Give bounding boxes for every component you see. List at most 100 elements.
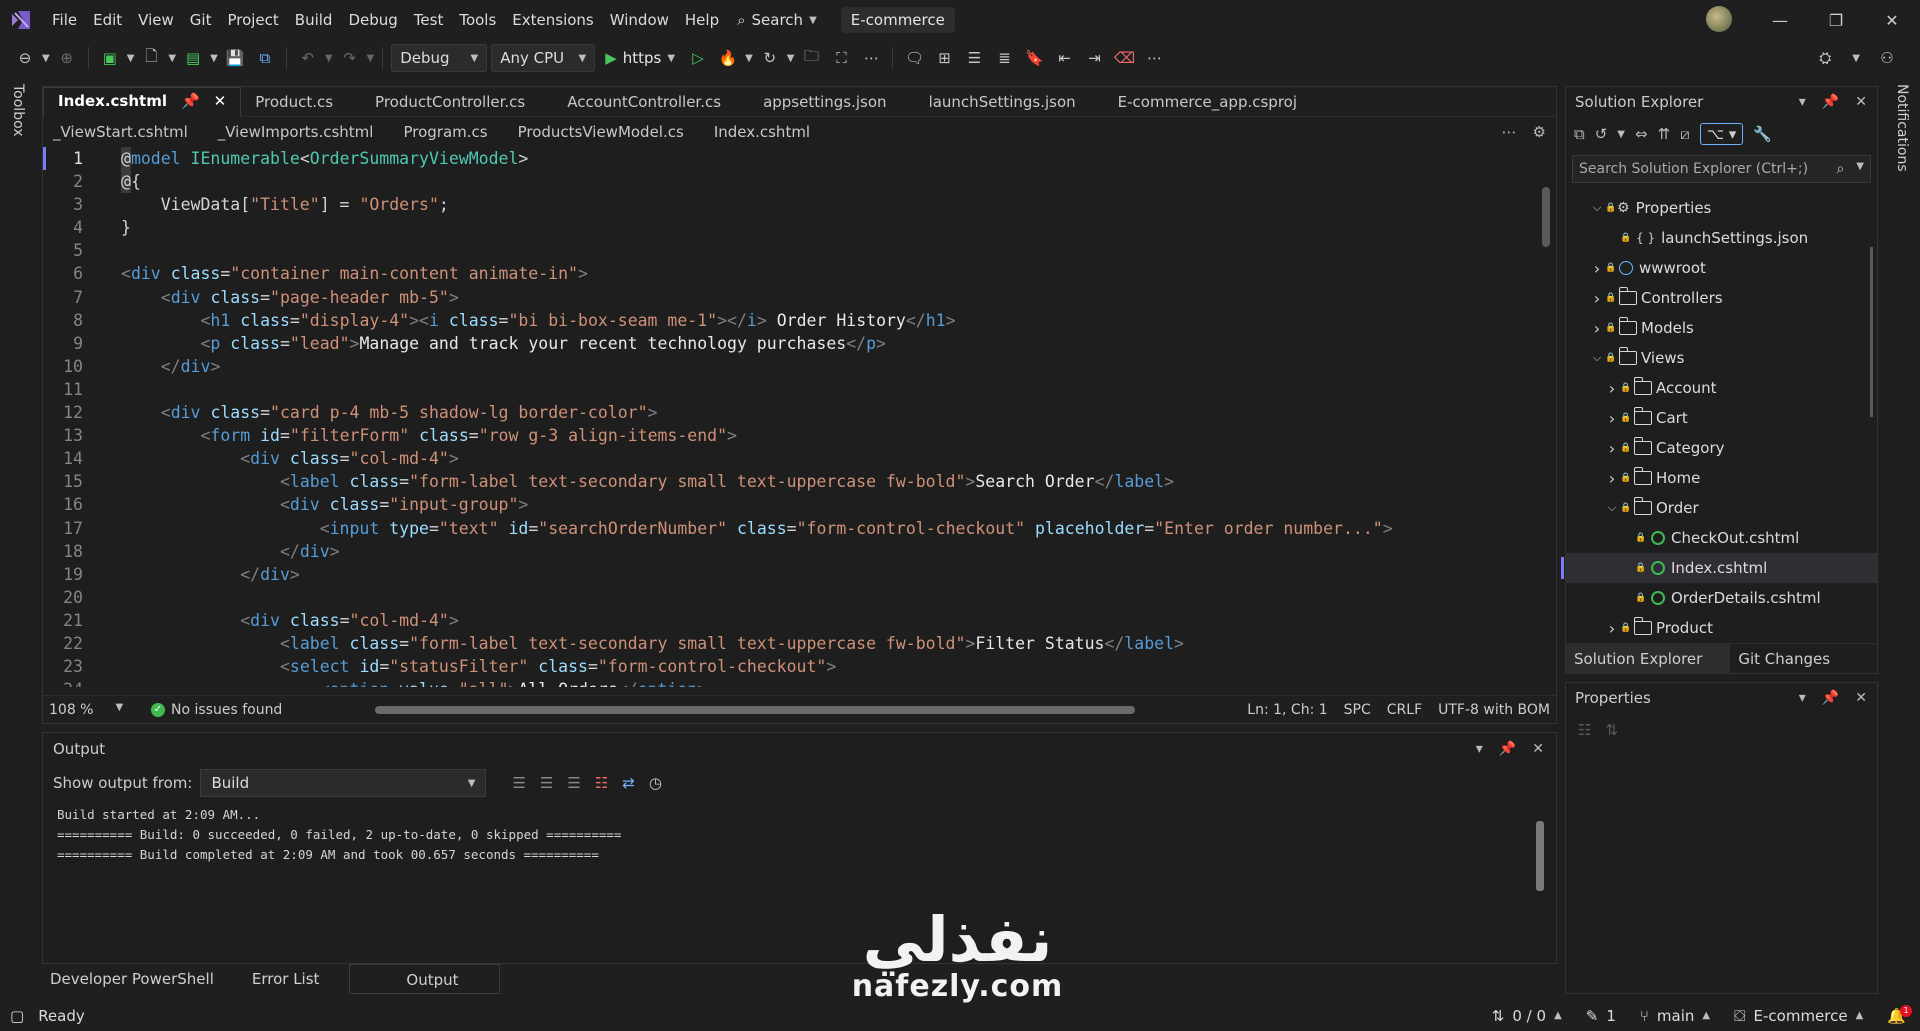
cursor-position[interactable]: Ln: 1, Ch: 1 <box>1247 702 1327 718</box>
show-all-files-icon[interactable]: ⧄ <box>1680 125 1690 143</box>
pin-icon[interactable]: 📌 <box>1822 94 1839 110</box>
menu-item-tools[interactable]: Tools <box>451 0 504 40</box>
editor-tab[interactable]: launchSettings.json <box>915 87 1104 117</box>
notifications-tab[interactable]: Notifications <box>1894 84 1910 172</box>
tree-node[interactable]: › 🔒 wwwroot <box>1566 253 1877 283</box>
close-icon[interactable]: ✕ <box>1855 690 1867 706</box>
editor-tab[interactable]: ProductController.cs <box>361 87 553 117</box>
bottom-tab[interactable]: Output <box>349 964 500 994</box>
switch-views-icon[interactable]: ⧉ <box>1574 125 1585 143</box>
chevron-down-icon[interactable]: ▾ <box>1799 94 1806 110</box>
editor-tab[interactable]: ProductsViewModel.cs <box>514 123 710 141</box>
code-text-area[interactable]: 1 @ model IEnumerable < OrderSummaryViewMode… <box>43 147 1543 687</box>
tree-node[interactable]: › 🔒 Home <box>1566 463 1877 493</box>
menu-item-project[interactable]: Project <box>219 0 286 40</box>
history-icon[interactable]: ↺ <box>1595 125 1608 143</box>
editor-tab[interactable]: AccountController.cs <box>553 87 749 117</box>
hot-reload-icon[interactable]: 🔥 <box>715 45 741 71</box>
menu-item-view[interactable]: View <box>130 0 182 40</box>
categorized-icon[interactable]: ☷ <box>1578 721 1591 739</box>
editor-tab[interactable]: appsettings.json <box>749 87 915 117</box>
close-tab-icon[interactable]: ✕ <box>214 86 227 116</box>
chevron-down-icon[interactable]: ⌵ <box>1589 351 1605 365</box>
notifications-button[interactable]: 🔔 1 <box>1887 1004 1912 1025</box>
undo-icon[interactable]: ↶ <box>295 45 321 71</box>
previous-bookmark-icon[interactable]: ⇤ <box>1051 45 1077 71</box>
navigate-back-icon[interactable]: ⊖ <box>12 45 38 71</box>
chevron-right-icon[interactable]: › <box>1604 379 1620 398</box>
solution-search-input[interactable]: Search Solution Explorer (Ctrl+;) ⌕ ▼ <box>1572 155 1871 183</box>
pending-changes-filter-icon[interactable]: ⌥ ▾ <box>1699 123 1744 145</box>
repository-selector[interactable]: ⛋ E-commerce ▲ <box>1734 1007 1863 1025</box>
redo-icon[interactable]: ↷ <box>337 45 363 71</box>
editor-tab[interactable]: E-commerce_app.csproj <box>1104 87 1325 117</box>
tree-node[interactable]: ⌵ 🔒 ⚙ Properties <box>1566 193 1877 223</box>
editor-horizontal-scrollbar[interactable] <box>375 706 1135 714</box>
solution-panel-tab[interactable]: Git Changes <box>1730 644 1858 674</box>
menu-item-help[interactable]: Help <box>677 0 727 40</box>
configuration-dropdown[interactable]: Debug ▼ <box>391 44 488 72</box>
navigate-forward-icon[interactable]: ⊕ <box>54 45 80 71</box>
tree-node[interactable]: ⌵ 🔒 Views <box>1566 343 1877 373</box>
collapse-all-icon[interactable]: ⇈ <box>1658 125 1671 143</box>
chevron-down-icon[interactable]: ▼ <box>1852 53 1860 64</box>
toolbox-tab[interactable]: Toolbox <box>10 84 26 137</box>
chevron-down-icon[interactable]: ▾ <box>1799 690 1806 706</box>
bookmark-icon[interactable]: 🔖 <box>1021 45 1047 71</box>
output-text[interactable]: Build started at 2:09 AM... ========== Bu… <box>43 801 1556 869</box>
visual-studio-logo-icon[interactable] <box>8 7 34 33</box>
start-without-debugging-icon[interactable]: ▷ <box>685 45 711 71</box>
chevron-right-icon[interactable]: › <box>1589 289 1605 308</box>
chevron-down-icon[interactable]: ▼ <box>745 53 753 64</box>
git-sync-status[interactable]: ⇅ 0 / 0 ▲ <box>1492 1007 1562 1025</box>
output-source-select[interactable]: Build ▼ <box>200 769 487 797</box>
chevron-down-icon[interactable]: ▼ <box>325 53 333 64</box>
solution-name-badge[interactable]: E-commerce <box>840 7 955 33</box>
previous-message-icon[interactable]: ☰ <box>512 774 525 792</box>
timestamp-icon[interactable]: ◷ <box>649 774 662 792</box>
close-icon[interactable]: ✕ <box>1855 94 1867 110</box>
tree-node[interactable]: › 🔒 Cart <box>1566 403 1877 433</box>
chevron-down-icon[interactable]: ▼ <box>787 53 795 64</box>
indent-icon[interactable]: ≣ <box>991 45 1017 71</box>
copilot-icon[interactable]: ⚇ <box>1874 45 1900 71</box>
menu-item-test[interactable]: Test <box>406 0 452 40</box>
menu-item-window[interactable]: Window <box>602 0 677 40</box>
restore-button[interactable]: ❐ <box>1808 0 1864 40</box>
close-window-button[interactable]: ✕ <box>1864 0 1920 40</box>
outdent-icon[interactable]: ☰ <box>961 45 987 71</box>
tree-node[interactable]: 🔒 OrderDetails.cshtml <box>1566 583 1877 613</box>
browse-folder-icon[interactable]: 🗀 <box>798 45 824 71</box>
bottom-tab[interactable]: Error List <box>244 964 350 994</box>
zoom-dropdown[interactable]: 108 % ▼ <box>43 702 133 718</box>
properties-wrench-icon[interactable]: 🔧 <box>1753 125 1772 143</box>
chevron-down-icon[interactable]: ▼ <box>168 53 176 64</box>
platform-dropdown[interactable]: Any CPU ▼ <box>491 44 596 72</box>
menu-item-build[interactable]: Build <box>287 0 341 40</box>
editor-vertical-scrollbar[interactable] <box>1542 187 1550 247</box>
pin-icon[interactable]: 📌 <box>1499 741 1516 757</box>
word-wrap-icon[interactable]: ⇄ <box>622 774 635 792</box>
menu-item-git[interactable]: Git <box>182 0 220 40</box>
tree-node[interactable]: › 🔒 Category <box>1566 433 1877 463</box>
open-folder-icon[interactable]: ▤ <box>180 45 206 71</box>
tree-node[interactable]: › 🔒 Product <box>1566 613 1877 643</box>
chevron-down-icon[interactable]: ▾ <box>1476 741 1483 757</box>
editor-tab[interactable]: Product.cs <box>241 87 361 117</box>
issues-indicator[interactable]: ✓ No issues found <box>151 702 282 718</box>
next-bookmark-icon[interactable]: ⇥ <box>1081 45 1107 71</box>
chevron-down-icon[interactable]: ⌵ <box>1589 201 1605 215</box>
output-vertical-scrollbar[interactable] <box>1536 821 1544 891</box>
chevron-right-icon[interactable]: › <box>1604 409 1620 428</box>
start-debugging-button[interactable]: ▶ https ▼ <box>599 49 681 67</box>
more-options-icon[interactable]: ⋯ <box>1141 45 1167 71</box>
menu-item-file[interactable]: File <box>44 0 85 40</box>
more-options-icon[interactable]: ⋯ <box>858 45 884 71</box>
editor-tab[interactable]: Index.cshtml 📌 ✕ <box>43 86 242 117</box>
editor-tab[interactable]: Index.cshtml <box>710 123 836 141</box>
file-encoding[interactable]: UTF-8 with BOM <box>1438 702 1550 718</box>
chevron-down-icon[interactable]: ▼ <box>42 53 50 64</box>
solution-vertical-scrollbar[interactable] <box>1870 247 1873 417</box>
minimize-button[interactable]: — <box>1752 0 1808 40</box>
tree-node[interactable]: › 🔒 Models <box>1566 313 1877 343</box>
